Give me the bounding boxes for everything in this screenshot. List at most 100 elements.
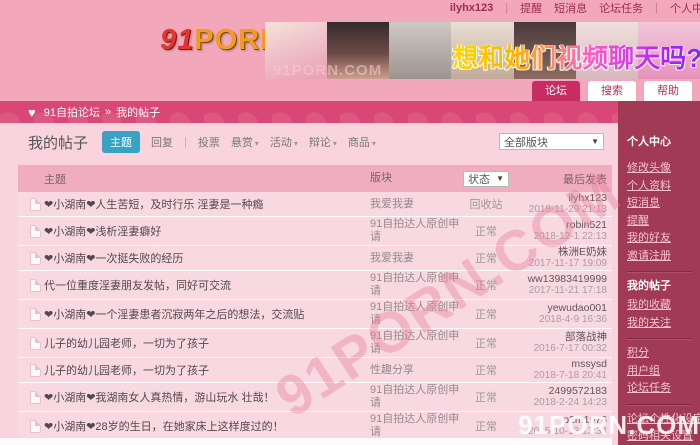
status-filter-select[interactable]: 状态 ▼ xyxy=(463,171,509,187)
breadcrumb-separator: » xyxy=(105,106,111,118)
sidebar-link[interactable]: 我的好友 xyxy=(627,230,692,248)
last-post-user[interactable]: 株洲E奶妹 xyxy=(512,247,607,258)
last-post-user[interactable]: 部落战神 xyxy=(512,332,607,343)
forum-link[interactable]: 91自拍达人原创申请 xyxy=(370,218,459,243)
last-post-user[interactable]: p2m1976 xyxy=(512,415,607,426)
forum-link[interactable]: 我爱我妻 xyxy=(370,198,414,210)
filter-tab-activities[interactable]: 活动 xyxy=(270,134,298,150)
table-row[interactable]: ❤小湖南❤一个淫妻患者沉寂两年之后的想法，交流贴 91自拍达人原创申请 正常 y… xyxy=(18,300,612,329)
post-title-link[interactable]: ❤小湖南❤人生苦短，及时行乐 淫妻是一种瘾 xyxy=(44,199,264,211)
site-header: 91PORN 91PORN.COM 想和她们视频聊天吗? xyxy=(0,16,700,80)
nav-tabs: 论坛 搜索 帮助 xyxy=(532,81,692,101)
table-row[interactable]: ❤小湖南❤人生苦短，及时行乐 淫妻是一种瘾 我爱我妻 回收站 ilyhx123 … xyxy=(18,192,612,217)
site-logo[interactable]: 91PORN xyxy=(160,24,282,57)
forum-link[interactable]: 91自拍达人原创申请 xyxy=(370,330,459,355)
forum-link[interactable]: 91自拍达人原创申请 xyxy=(370,272,459,297)
subject-column-header: 主题 xyxy=(44,171,370,187)
last-post-user[interactable]: ww13983419999 xyxy=(512,274,607,285)
topbar-link-tasks[interactable]: 论坛任务 xyxy=(599,0,643,16)
sidebar-link[interactable]: 用户组 xyxy=(627,363,692,381)
filter-tab-replies[interactable]: 回复 xyxy=(151,134,173,150)
sidebar-link[interactable]: 短消息 xyxy=(627,195,692,213)
forum-column-header: 版块 xyxy=(370,172,460,185)
last-post-user[interactable]: mssysd xyxy=(512,359,607,370)
sidebar-link[interactable]: 我的收藏 xyxy=(627,297,692,315)
breadcrumb-forum-link[interactable]: 91自拍论坛 xyxy=(44,104,100,120)
last-post-user[interactable]: 2499572183 xyxy=(512,386,607,397)
last-post-date: 2018-2-24 14:23 xyxy=(512,397,607,408)
post-title-link[interactable]: ❤小湖南❤一次挺失败的经历 xyxy=(44,253,183,265)
table-row[interactable]: 儿子的幼儿园老师，一切为了孩子 91自拍达人原创申请 正常 部落战神 2016-… xyxy=(18,329,612,358)
filter-tab-debates[interactable]: 辩论 xyxy=(309,134,337,150)
my-posts-panel: 我的帖子 主题 回复 | 投票 悬赏 活动 辩论 商品 全部版块 ▼ 主题 版块… xyxy=(18,130,612,441)
post-icon xyxy=(30,420,41,433)
sidebar-link[interactable]: 修改头像 xyxy=(627,160,692,178)
sidebar-link[interactable]: 积分 xyxy=(627,345,692,363)
post-status: 正常 xyxy=(460,306,512,322)
forum-page: ilyhx123 | 提醒 短消息 论坛任务 | 个人中心 91PORN 91P… xyxy=(0,0,700,445)
ad-banner[interactable]: 91PORN.COM 想和她们视频聊天吗? xyxy=(265,22,700,79)
sidebar-section: 个人中心 修改头像个人资料短消息提醒我的好友邀请注册 xyxy=(627,134,692,272)
post-title-link[interactable]: 代一位重度淫妻朋友发帖，同好可交流 xyxy=(44,280,231,292)
topbar-link-messages[interactable]: 短消息 xyxy=(554,0,587,16)
sidebar-sections: 个人中心 修改头像个人资料短消息提醒我的好友邀请注册 我的帖子 我的收藏我的关注… xyxy=(627,134,692,445)
sidebar-section: 我的帖子 我的收藏我的关注 xyxy=(627,278,692,339)
post-title-link[interactable]: ❤小湖南❤浅析淫妻癖好 xyxy=(44,226,161,238)
table-row[interactable]: ❤小湖南❤28岁的生日，在她家床上这样度过的！ 91自拍达人原创申请 正常 p2… xyxy=(18,412,612,441)
breadcrumb-bar: 91自拍论坛 » 我的帖子 xyxy=(0,101,700,123)
forum-link[interactable]: 性趣分享 xyxy=(370,364,414,376)
post-status: 正常 xyxy=(460,250,512,266)
post-status: 正常 xyxy=(460,335,512,351)
last-post-column-header: 最后发表 xyxy=(512,171,612,187)
tab-search[interactable]: 搜索 xyxy=(588,81,636,101)
banner-photo xyxy=(389,22,451,79)
topbar-link-personal-center[interactable]: 个人中心 xyxy=(670,0,700,16)
sidebar-link[interactable]: 论坛任务 xyxy=(627,380,692,398)
forum-link[interactable]: 91自拍达人原创申请 xyxy=(370,384,459,409)
sidebar-section-header: 个人中心 xyxy=(627,134,692,151)
sidebar-link[interactable]: 邀请注册 xyxy=(627,248,692,266)
post-icon xyxy=(30,308,41,321)
table-row[interactable]: ❤小湖南❤浅析淫妻癖好 91自拍达人原创申请 正常 robin521 2018-… xyxy=(18,217,612,246)
chevron-down-icon xyxy=(331,137,337,149)
sidebar-link[interactable]: 密码相关设置 xyxy=(627,428,692,445)
post-icon xyxy=(30,279,41,292)
sidebar-link[interactable]: 个人资料 xyxy=(627,178,692,196)
table-row[interactable]: 代一位重度淫妻朋友发帖，同好可交流 91自拍达人原创申请 正常 ww139834… xyxy=(18,271,612,300)
filter-tab-rewards[interactable]: 悬赏 xyxy=(231,134,259,150)
breadcrumb-current-page: 我的帖子 xyxy=(116,104,160,120)
topbar-link-notice[interactable]: 提醒 xyxy=(520,0,542,16)
filter-tab-polls[interactable]: 投票 xyxy=(198,134,220,150)
post-title-link[interactable]: ❤小湖南❤我湖南女人真热情，游山玩水 壮哉！ xyxy=(44,392,275,404)
tab-forum[interactable]: 论坛 xyxy=(532,81,580,101)
sidebar-link[interactable]: 我的关注 xyxy=(627,315,692,333)
forum-link[interactable]: 我爱我妻 xyxy=(370,252,414,264)
heart-icon xyxy=(28,105,36,120)
username-link[interactable]: ilyhx123 xyxy=(450,2,493,14)
post-icon xyxy=(30,198,41,211)
post-title-link[interactable]: ❤小湖南❤一个淫妻患者沉寂两年之后的想法，交流贴 xyxy=(44,309,304,321)
forum-link[interactable]: 91自拍达人原创申请 xyxy=(370,301,459,326)
post-title-link[interactable]: 儿子的幼儿园老师，一切为了孩子 xyxy=(44,365,209,377)
status-filter-value: 状态 xyxy=(468,171,490,187)
select-arrow-icon: ▼ xyxy=(591,137,599,146)
sidebar-link[interactable]: 提醒 xyxy=(627,213,692,231)
forum-link[interactable]: 91自拍达人原创申请 xyxy=(370,413,459,438)
table-row[interactable]: ❤小湖南❤一次挺失败的经历 我爱我妻 正常 株洲E奶妹 2017-11-17 1… xyxy=(18,246,612,271)
post-title-link[interactable]: 儿子的幼儿园老师，一切为了孩子 xyxy=(44,338,209,350)
tab-help[interactable]: 帮助 xyxy=(644,81,692,101)
filter-tab-threads[interactable]: 主题 xyxy=(102,131,140,153)
table-header-row: 主题 版块 状态 ▼ 最后发表 xyxy=(18,165,612,192)
last-post-date: 2016-7-17 00:32 xyxy=(512,343,607,354)
table-row[interactable]: 儿子的幼儿园老师，一切为了孩子 性趣分享 正常 mssysd 2018-7-18… xyxy=(18,358,612,383)
last-post-user[interactable]: yewudao001 xyxy=(512,303,607,314)
filter-tab-goods[interactable]: 商品 xyxy=(348,134,376,150)
select-arrow-icon: ▼ xyxy=(496,174,504,183)
last-post-user[interactable]: robin521 xyxy=(512,220,607,231)
sidebar-link[interactable]: 论坛个性化设定 xyxy=(627,411,692,429)
table-row[interactable]: ❤小湖南❤我湖南女人真热情，游山玩水 壮哉！ 91自拍达人原创申请 正常 249… xyxy=(18,383,612,412)
last-post-user[interactable]: ilyhx123 xyxy=(512,193,607,204)
banner-watermark: 91PORN.COM xyxy=(273,62,382,79)
post-title-link[interactable]: ❤小湖南❤28岁的生日，在她家床上这样度过的！ xyxy=(44,421,284,433)
forum-filter-select[interactable]: 全部版块 ▼ xyxy=(499,133,604,150)
